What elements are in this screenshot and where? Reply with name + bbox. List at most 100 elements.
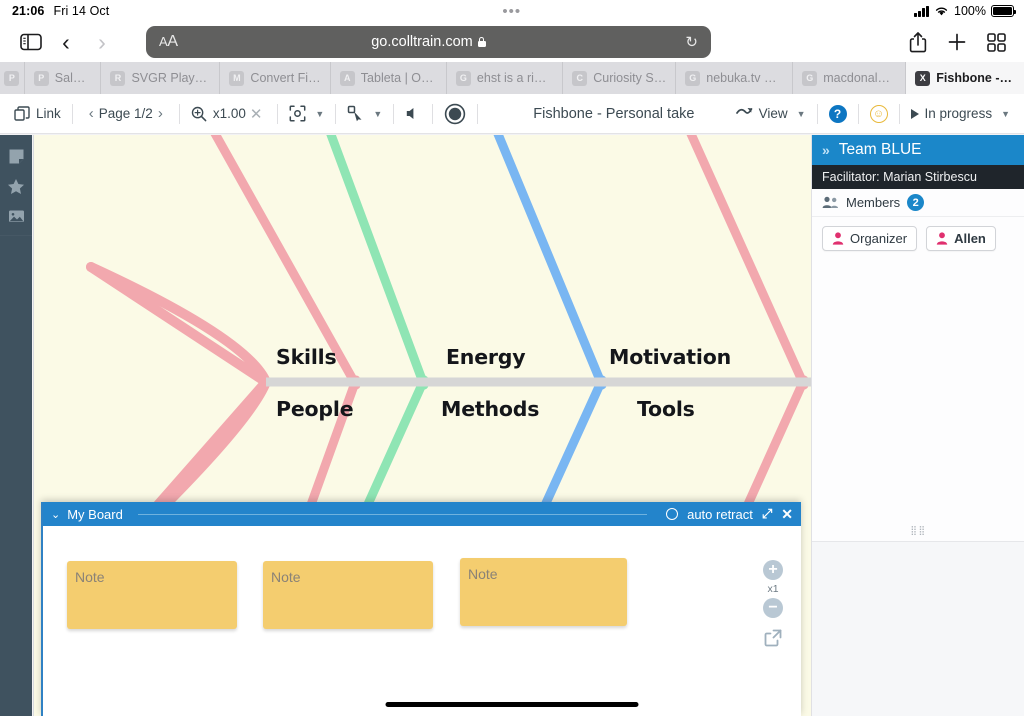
team-header[interactable]: » Team BLUE <box>812 135 1024 165</box>
prev-page-button[interactable]: ‹ <box>84 105 99 122</box>
app-toolbar: Link ‹ Page 1/2 › x1.00 ✕ ▼ ▼ Fishbone -… <box>0 94 1024 134</box>
star-icon[interactable] <box>0 171 32 201</box>
members-icon <box>822 196 838 208</box>
auto-retract-toggle[interactable] <box>666 508 679 520</box>
view-menu-button[interactable]: View ▼ <box>735 106 806 121</box>
note-placeholder: Note <box>271 569 301 585</box>
tab[interactable]: A Tableta | Ofe... <box>330 62 447 94</box>
tab[interactable]: P <box>0 62 25 94</box>
battery-percent: 100% <box>954 4 986 18</box>
zoom-in-button[interactable]: + <box>763 560 783 580</box>
close-button[interactable]: ✕ <box>781 506 793 523</box>
wifi-icon <box>935 7 948 16</box>
member-chip[interactable]: Allen <box>926 226 996 251</box>
tab-label: ehst is a ring... <box>476 71 554 85</box>
link-button[interactable]: Link <box>14 105 61 122</box>
chevron-down-icon[interactable]: ▼ <box>373 109 382 119</box>
record-button[interactable] <box>444 103 466 125</box>
category-label-people[interactable]: People <box>276 397 354 421</box>
home-indicator[interactable] <box>385 702 639 707</box>
chevron-down-icon[interactable]: ▼ <box>797 109 806 119</box>
safari-tab-bar: P P SalesA R SVGR Playgr... M Convert Fig... A T… <box>0 62 1024 94</box>
help-button[interactable]: ? <box>828 104 847 123</box>
panel-resize-handle[interactable]: ⣿⣿ <box>812 526 1024 535</box>
new-tab-button[interactable] <box>947 32 967 52</box>
tab-label: nebuka.tv ap... <box>706 71 784 85</box>
divider <box>816 103 818 124</box>
tabs-overview-button[interactable] <box>987 32 1006 52</box>
member-name: Organizer <box>850 231 908 246</box>
favicon-icon: R <box>110 70 126 86</box>
share-icon[interactable] <box>909 31 927 53</box>
tab-label: Tableta | Ofe... <box>360 71 437 85</box>
category-label-methods[interactable]: Methods <box>441 397 539 421</box>
note-placeholder: Note <box>75 569 105 585</box>
members-row[interactable]: Members 2 <box>812 189 1024 217</box>
avatar-icon <box>832 232 844 245</box>
tab-label: Fishbone - P... <box>936 71 1016 85</box>
tab-active[interactable]: X Fishbone - P... <box>906 62 1024 94</box>
next-page-button[interactable]: › <box>153 105 168 122</box>
member-chip[interactable]: Organizer <box>822 226 918 251</box>
category-label-skills[interactable]: Skills <box>276 345 337 369</box>
url-text: go.colltrain.com <box>371 34 473 50</box>
collapse-panel-icon[interactable]: » <box>822 142 830 158</box>
fit-to-screen-button[interactable]: ▼ <box>289 105 324 122</box>
address-bar[interactable]: AA go.colltrain.com ↻ <box>146 26 711 58</box>
favicon-icon: A <box>339 70 355 86</box>
team-title: Team BLUE <box>838 141 922 158</box>
text-size-button[interactable]: AA <box>159 33 178 51</box>
zoom-reset-button[interactable]: ✕ <box>246 105 267 123</box>
my-board-header[interactable]: ⌄ My Board auto retract ⤢ ✕ <box>43 502 801 526</box>
category-label-motivation[interactable]: Motivation <box>609 345 731 369</box>
zoom-control[interactable]: x1.00 <box>191 106 246 122</box>
auto-retract-label: auto retract <box>687 506 753 522</box>
sidebar-icon[interactable] <box>14 33 48 51</box>
reload-button[interactable]: ↻ <box>685 33 698 51</box>
facilitator-bar: Facilitator: Marian Stirbescu <box>812 165 1024 189</box>
favicon-icon: P <box>33 70 49 86</box>
forward-button[interactable]: › <box>84 30 120 54</box>
chevron-down-icon[interactable]: ▼ <box>1001 109 1010 119</box>
view-label: View <box>758 106 788 121</box>
volume-button[interactable] <box>405 106 421 121</box>
expand-button[interactable]: ⤢ <box>762 506 772 522</box>
note-card[interactable]: Note <box>460 558 627 626</box>
tab[interactable]: Gehst is a ring... <box>446 62 564 94</box>
magnifier-plus-icon <box>191 106 207 121</box>
external-link-icon[interactable] <box>763 628 783 653</box>
image-icon[interactable] <box>0 201 32 231</box>
tab[interactable]: M Convert Fig... <box>220 62 331 94</box>
tab[interactable]: R SVGR Playgr... <box>101 62 221 94</box>
tab[interactable]: Gnebuka.tv ap... <box>676 62 794 94</box>
safari-actions <box>909 31 1010 53</box>
divider <box>277 103 279 124</box>
avatar-icon <box>936 232 948 245</box>
date-label: Fri 14 Oct <box>53 4 110 18</box>
note-card[interactable]: Note <box>263 561 433 629</box>
status-bar-left: 21:06 Fri 14 Oct <box>0 4 109 18</box>
sticky-note-icon[interactable] <box>0 141 32 171</box>
board-zoom-controls: + x1 − <box>763 560 783 653</box>
tab[interactable]: Gmacdonalds... <box>793 62 907 94</box>
category-label-energy[interactable]: Energy <box>446 345 526 369</box>
my-board-body[interactable]: Note Note Note + x1 − <box>43 526 801 716</box>
tab[interactable]: C Curiosity Str... <box>563 62 677 94</box>
chevron-down-icon[interactable]: ▼ <box>315 109 324 119</box>
zoom-out-button[interactable]: − <box>763 598 783 618</box>
pointer-tool-button[interactable]: ▼ <box>347 105 382 122</box>
play-icon <box>910 108 919 119</box>
note-card[interactable]: Note <box>67 561 237 629</box>
board-zoom-level: x1 <box>767 583 779 595</box>
tab[interactable]: P SalesA <box>24 62 102 94</box>
divider <box>0 235 32 236</box>
back-button[interactable]: ‹ <box>48 30 84 54</box>
link-label: Link <box>36 106 61 121</box>
reaction-button[interactable]: ☺ <box>869 104 888 123</box>
category-label-tools[interactable]: Tools <box>637 397 695 421</box>
status-menu-button[interactable]: In progress ▼ <box>910 106 1010 121</box>
chevron-down-icon[interactable]: ⌄ <box>51 508 60 521</box>
my-board-title: My Board <box>67 506 123 522</box>
note-placeholder: Note <box>468 566 498 582</box>
multitask-dots-icon[interactable]: ••• <box>502 4 521 19</box>
